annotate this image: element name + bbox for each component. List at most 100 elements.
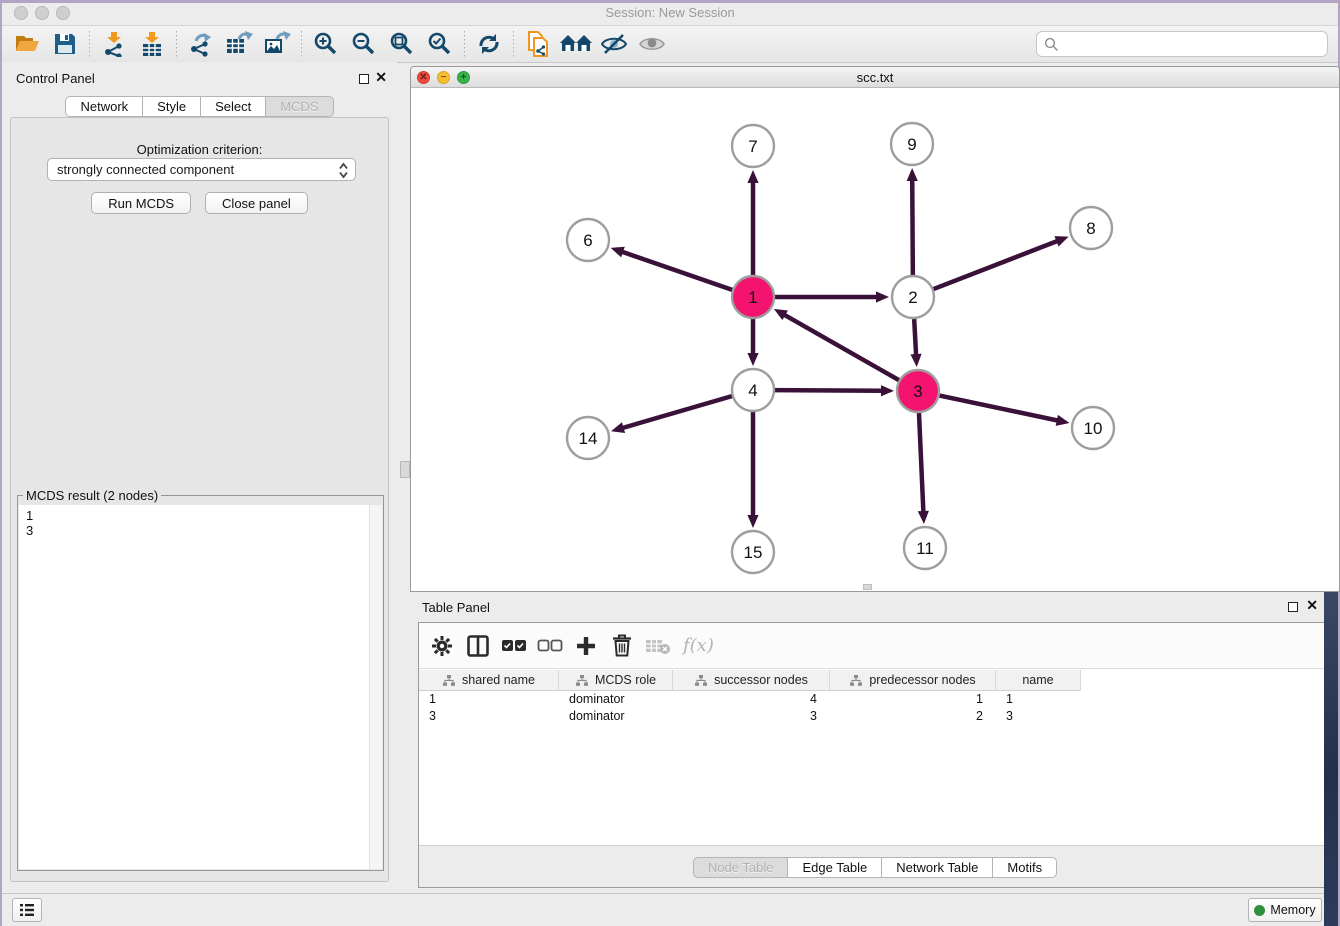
graph-edge-1-6[interactable]	[621, 251, 732, 289]
column-hierarchy-icon	[849, 674, 863, 687]
delete-table-icon[interactable]	[643, 631, 673, 661]
graph-edge-2-3[interactable]	[914, 319, 916, 356]
network-canvas[interactable]: 1234678910111415	[411, 88, 1339, 591]
table-cell-shared-name[interactable]: 1	[419, 691, 559, 708]
table-tab-edge-table[interactable]: Edge Table	[788, 857, 882, 878]
graph-arrowhead-3-11	[918, 511, 929, 524]
table-cell-MCDS-role[interactable]: dominator	[559, 708, 673, 725]
save-session-icon[interactable]	[46, 29, 84, 59]
open-file-icon[interactable]	[8, 29, 46, 59]
graph-arrowhead-1-7	[747, 170, 758, 183]
export-network-icon[interactable]	[182, 29, 220, 59]
network-frame-titlebar[interactable]: ✕ − + scc.txt	[411, 67, 1339, 88]
refresh-icon[interactable]	[470, 29, 508, 59]
delete-column-trash-icon[interactable]	[607, 631, 637, 661]
table-row[interactable]: 1dominator411	[419, 691, 1331, 708]
home-layout-icon[interactable]	[557, 29, 595, 59]
add-column-icon[interactable]	[571, 631, 601, 661]
search-icon	[1044, 37, 1059, 52]
column-header-shared-name[interactable]: shared name	[419, 670, 559, 691]
export-table-icon[interactable]	[220, 29, 258, 59]
table-tab-node-table[interactable]: Node Table	[693, 857, 789, 878]
graph-arrowhead-4-14	[611, 422, 625, 433]
task-history-button[interactable]	[12, 898, 42, 922]
column-header-predecessor-nodes[interactable]: predecessor nodes	[830, 670, 996, 691]
zoom-fit-icon[interactable]	[383, 29, 421, 59]
toolbar-separator	[513, 31, 514, 57]
tab-network[interactable]: Network	[65, 96, 143, 117]
zoom-selected-icon[interactable]	[421, 29, 459, 59]
import-table-icon[interactable]	[133, 29, 171, 59]
memory-label: Memory	[1270, 903, 1315, 917]
run-mcds-button[interactable]: Run MCDS	[91, 192, 191, 214]
graph-node-label-6: 6	[583, 231, 592, 250]
split-panel-icon[interactable]	[463, 631, 493, 661]
graph-arrowhead-1-6	[611, 247, 625, 258]
column-header-MCDS-role[interactable]: MCDS role	[559, 670, 673, 691]
table-cell-name[interactable]: 1	[996, 691, 1081, 708]
column-header-successor-nodes[interactable]: successor nodes	[673, 670, 830, 691]
deselect-all-icon[interactable]	[535, 631, 565, 661]
criterion-dropdown[interactable]: strongly connected component	[47, 158, 356, 181]
optimization-criterion-label: Optimization criterion:	[11, 142, 388, 157]
table-tab-motifs[interactable]: Motifs	[993, 857, 1057, 878]
select-all-icon[interactable]	[499, 631, 529, 661]
table-cell-successor-nodes[interactable]: 3	[673, 708, 830, 725]
table-panel-body: f(x) shared name MCDS role successor nodes…	[418, 622, 1332, 888]
dropdown-stepper-icon	[338, 162, 349, 179]
tab-select[interactable]: Select	[201, 96, 266, 117]
table-row[interactable]: 3dominator323	[419, 708, 1331, 725]
table-cell-shared-name[interactable]: 3	[419, 708, 559, 725]
hide-selected-eye-icon[interactable]	[595, 29, 633, 59]
import-network-icon[interactable]	[95, 29, 133, 59]
table-cell-predecessor-nodes[interactable]: 2	[830, 708, 996, 725]
column-header-name[interactable]: name	[996, 670, 1081, 691]
title-bar: Session: New Session	[2, 0, 1338, 26]
search-input[interactable]	[1059, 34, 1327, 54]
graph-node-label-2: 2	[908, 288, 917, 307]
zoom-in-icon[interactable]	[307, 29, 345, 59]
graph-arrowhead-2-8	[1054, 236, 1068, 246]
mcds-tab-content: Optimization criterion: strongly connect…	[10, 117, 389, 882]
toolbar-separator	[464, 31, 465, 57]
table-panel-close-icon[interactable]: ✕	[1306, 597, 1318, 614]
table-cell-successor-nodes[interactable]: 4	[673, 691, 830, 708]
graph-edge-3-10[interactable]	[940, 396, 1059, 421]
graph-arrowhead-3-10	[1056, 415, 1070, 426]
export-image-icon[interactable]	[258, 29, 296, 59]
mcds-result-scrollbar[interactable]	[369, 505, 382, 869]
graph-edge-2-9[interactable]	[912, 179, 913, 275]
canvas-resize-grip[interactable]	[863, 584, 872, 590]
table-cell-name[interactable]: 3	[996, 708, 1081, 725]
close-panel-button[interactable]: Close panel	[205, 192, 308, 214]
network-view-frame: ✕ − + scc.txt 1234678910111415	[410, 66, 1340, 592]
graph-edge-3-1[interactable]	[783, 314, 898, 380]
table-settings-gear-icon[interactable]	[427, 631, 457, 661]
control-panel-float-icon[interactable]	[359, 74, 369, 84]
memory-button[interactable]: Memory	[1248, 898, 1322, 922]
panel-divider-grip[interactable]	[400, 461, 410, 478]
graph-edge-4-14[interactable]	[622, 396, 732, 428]
table-panel-float-icon[interactable]	[1288, 602, 1298, 612]
column-header-label: shared name	[462, 673, 535, 687]
table-tab-network-table[interactable]: Network Table	[882, 857, 993, 878]
apply-function-icon[interactable]: f(x)	[683, 635, 714, 656]
column-header-label: predecessor nodes	[869, 673, 975, 687]
memory-status-icon	[1254, 905, 1265, 916]
search-box	[1036, 31, 1328, 57]
tab-mcds[interactable]: MCDS	[266, 96, 333, 117]
graph-edge-4-3[interactable]	[775, 390, 883, 391]
show-all-eye-icon[interactable]	[633, 29, 671, 59]
graph-edge-3-11[interactable]	[919, 413, 923, 513]
tab-style[interactable]: Style	[143, 96, 201, 117]
table-cell-MCDS-role[interactable]: dominator	[559, 691, 673, 708]
window-title: Session: New Session	[2, 5, 1338, 20]
column-header-label: successor nodes	[714, 673, 808, 687]
table-cell-predecessor-nodes[interactable]: 1	[830, 691, 996, 708]
zoom-out-icon[interactable]	[345, 29, 383, 59]
graph-edge-2-8[interactable]	[934, 241, 1059, 289]
control-panel-close-icon[interactable]: ✕	[375, 69, 387, 86]
duplicate-network-icon[interactable]	[519, 29, 557, 59]
graph-node-label-14: 14	[579, 429, 598, 448]
graph-node-label-15: 15	[744, 543, 763, 562]
